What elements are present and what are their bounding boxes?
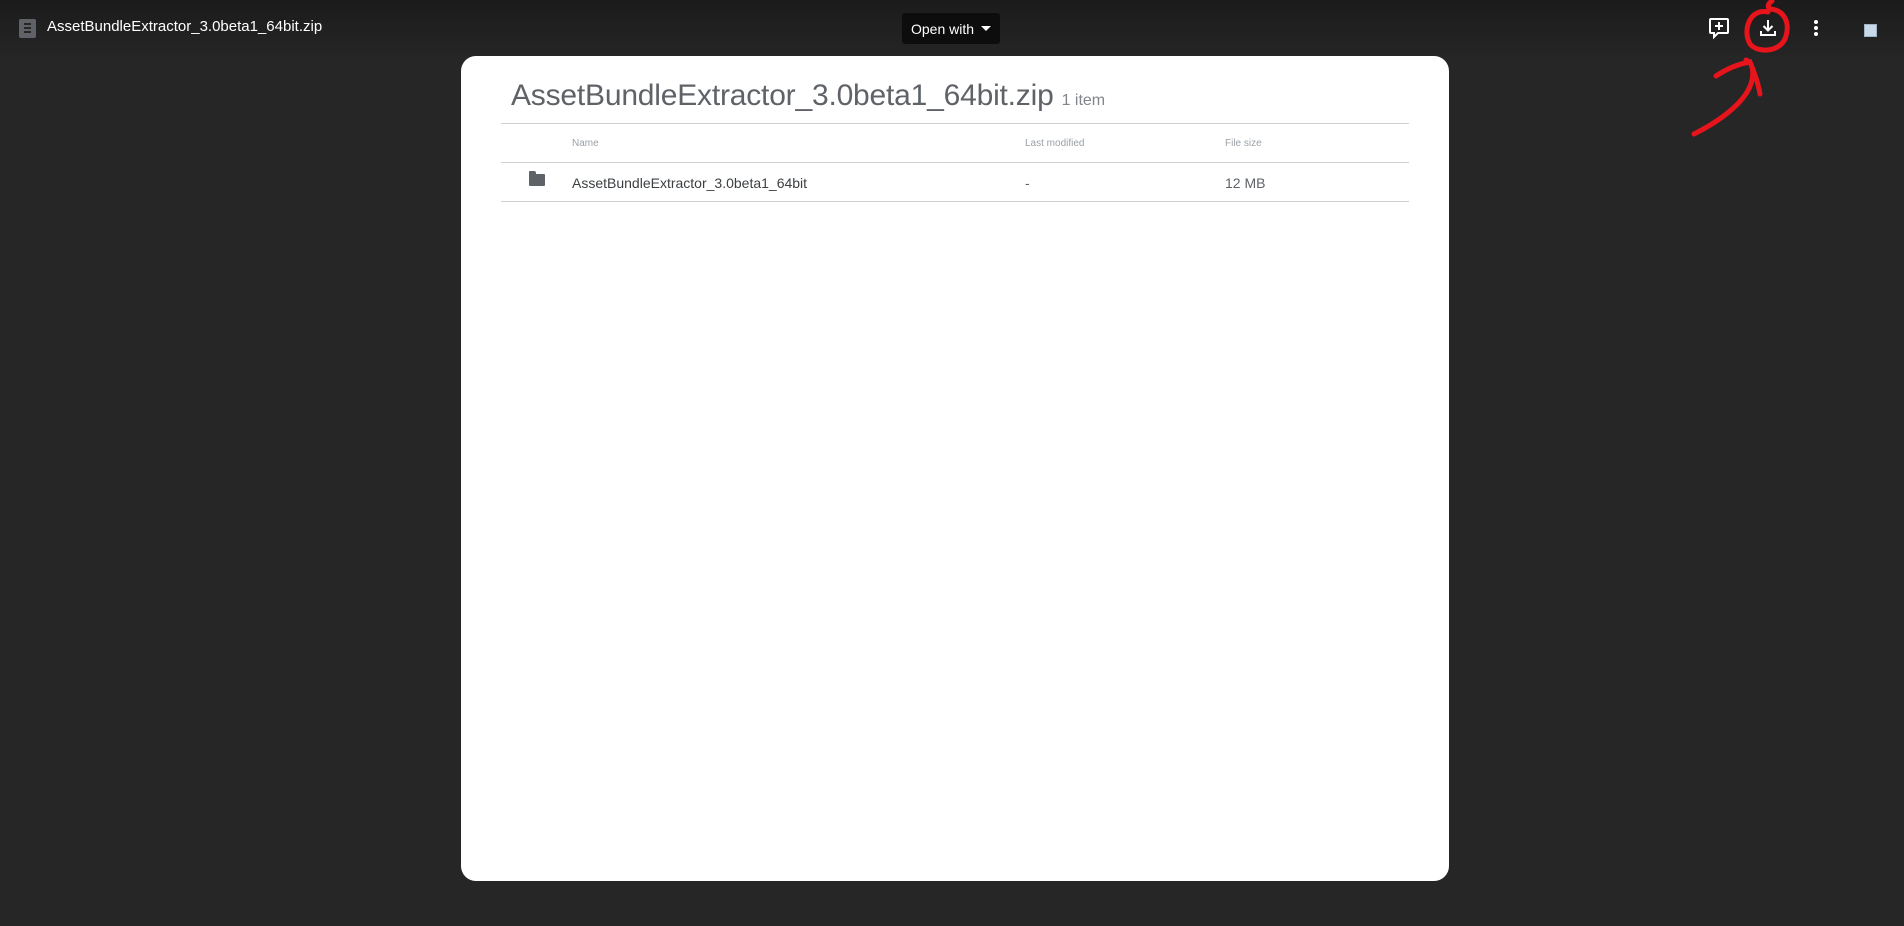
column-name[interactable]: Name xyxy=(572,138,599,149)
item-count: 1 item xyxy=(1061,92,1106,109)
table-row[interactable]: AssetBundleExtractor_3.0beta1_64bit - 12… xyxy=(501,163,1409,202)
archive-contents-table: Name Last modified File size AssetBundle… xyxy=(501,123,1409,202)
avatar-icon[interactable] xyxy=(1864,24,1877,37)
archive-file-icon xyxy=(19,19,36,38)
row-last-modified: - xyxy=(1025,175,1030,191)
archive-title: AssetBundleExtractor_3.0beta1_64bit.zip xyxy=(511,79,1054,112)
file-name: AssetBundleExtractor_3.0beta1_64bit.zip xyxy=(47,18,323,35)
more-vert-icon[interactable] xyxy=(1803,15,1829,41)
download-icon[interactable] xyxy=(1755,15,1781,41)
row-file-size: 12 MB xyxy=(1225,175,1266,191)
archive-header: AssetBundleExtractor_3.0beta1_64bit.zip … xyxy=(511,79,1105,113)
archive-preview-card: AssetBundleExtractor_3.0beta1_64bit.zip … xyxy=(461,56,1449,881)
open-with-button[interactable]: Open with xyxy=(902,13,1001,44)
column-file-size[interactable]: File size xyxy=(1225,138,1262,149)
column-last-modified[interactable]: Last modified xyxy=(1025,138,1084,149)
annotation-arrow xyxy=(1691,57,1763,137)
top-bar: AssetBundleExtractor_3.0beta1_64bit.zip … xyxy=(0,0,1904,56)
row-name[interactable]: AssetBundleExtractor_3.0beta1_64bit xyxy=(572,175,807,191)
open-with-label: Open with xyxy=(911,20,975,37)
add-shortcut-icon[interactable] xyxy=(1706,15,1732,41)
caret-down-icon xyxy=(981,26,992,31)
folder-icon xyxy=(529,171,545,186)
table-header: Name Last modified File size xyxy=(501,124,1409,163)
